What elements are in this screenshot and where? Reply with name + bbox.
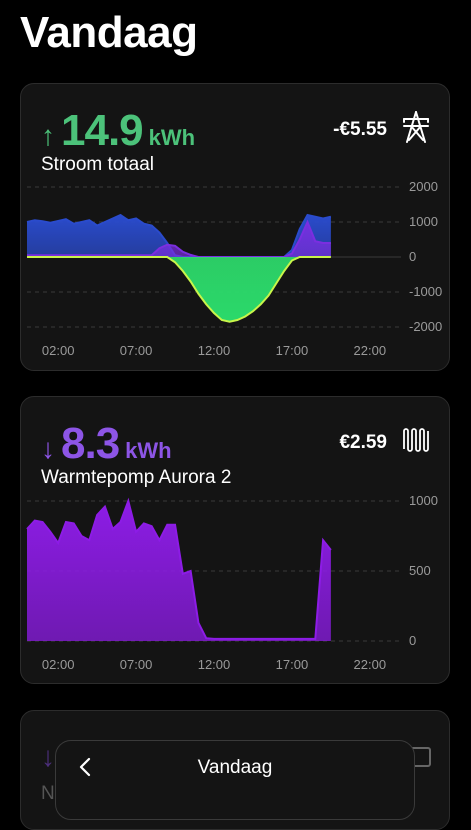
- x-tick-label: 22:00: [354, 657, 387, 672]
- x-tick-label: 17:00: [276, 343, 309, 358]
- page-title: Vandaag: [20, 8, 198, 57]
- heat-pump-chart: 1000 500 0 02:00 07:00 12:00 17:00 22:00: [26, 493, 438, 672]
- third-card-label: N: [41, 783, 55, 804]
- x-tick-label: 17:00: [276, 657, 309, 672]
- x-tick-label: 12:00: [198, 657, 231, 672]
- arrow-down-icon: ↓: [41, 741, 55, 772]
- power-total-card[interactable]: ↑ 14.9 kWh Stroom totaal -€5.55 2000 1000…: [20, 83, 450, 371]
- x-tick-label: 12:00: [198, 343, 231, 358]
- y-tick-label: 1000: [409, 214, 438, 229]
- heat-pump-card[interactable]: ↓ 8.3 kWh Warmtepomp Aurora 2 €2.59 1000…: [20, 396, 450, 684]
- y-tick-label: 2000: [409, 179, 438, 194]
- x-tick-label: 02:00: [42, 657, 75, 672]
- bottom-sheet[interactable]: Vandaag: [55, 740, 415, 820]
- bottom-sheet-title: Vandaag: [197, 757, 273, 778]
- y-tick-label: 500: [409, 563, 431, 578]
- x-tick-label: 22:00: [354, 343, 387, 358]
- y-tick-label: -1000: [409, 284, 442, 299]
- x-tick-label: 02:00: [42, 343, 75, 358]
- power-total-chart: 2000 1000 0 -1000 -2000 02:00 07:00 12:00 17:00 2…: [26, 179, 442, 358]
- y-tick-label: 0: [409, 633, 416, 648]
- y-tick-label: 1000: [409, 493, 438, 508]
- y-tick-label: -2000: [409, 319, 442, 334]
- y-tick-label: 0: [409, 249, 416, 264]
- x-tick-label: 07:00: [120, 343, 153, 358]
- x-tick-label: 07:00: [120, 657, 153, 672]
